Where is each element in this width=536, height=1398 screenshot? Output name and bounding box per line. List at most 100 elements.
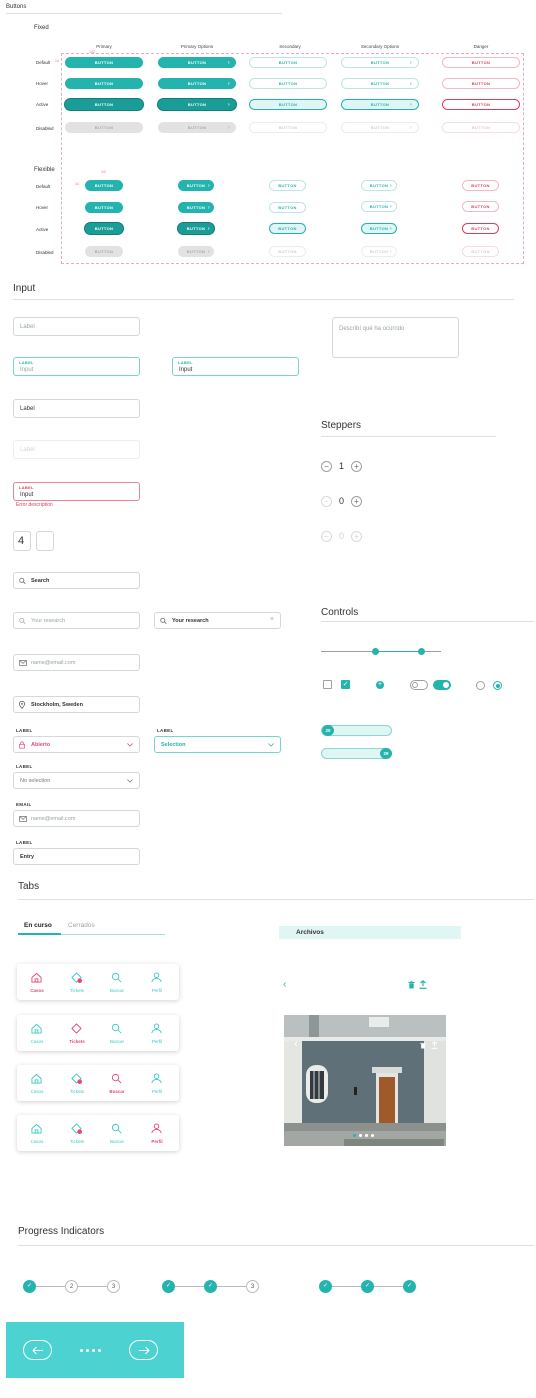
flex-primary-options-default[interactable]: BUTTON ›: [178, 180, 214, 191]
secondary-button-active[interactable]: BUTTON: [249, 99, 327, 110]
label-input-empty[interactable]: Label: [13, 317, 140, 336]
carousel-dot[interactable]: [365, 1134, 368, 1137]
nav-perfil[interactable]: Perfil: [137, 1115, 177, 1151]
tab-en-curso[interactable]: En curso: [24, 922, 52, 929]
add-circle-icon[interactable]: +: [376, 681, 384, 689]
danger-button-default[interactable]: BUTTON: [442, 57, 520, 68]
prev-button[interactable]: [23, 1340, 52, 1360]
nav-tickets[interactable]: Tickets: [57, 1115, 97, 1151]
research-input-empty[interactable]: Your research: [13, 612, 140, 629]
research-input-filled[interactable]: Your research ×: [154, 612, 281, 629]
flex-primary-default[interactable]: BUTTON: [85, 180, 123, 191]
carousel-prev-icon[interactable]: ‹: [294, 1038, 298, 1050]
flex-secondary-options-default[interactable]: BUTTON ›: [361, 180, 397, 191]
select-error[interactable]: Abierto: [13, 736, 140, 753]
photo-carousel[interactable]: ‹: [284, 1015, 446, 1146]
nav-tickets[interactable]: Tickets: [57, 1015, 97, 1051]
toggle-on[interactable]: [433, 680, 451, 690]
primary-button-hover[interactable]: BUTTON: [65, 78, 143, 89]
minus-button-disabled: −: [321, 496, 332, 507]
flex-secondary-hover[interactable]: BUTTON: [269, 202, 306, 213]
back-chevron-icon[interactable]: ‹: [283, 979, 286, 990]
radio-selected[interactable]: [493, 681, 502, 690]
range-handle-max[interactable]: [418, 648, 425, 655]
nav-casos[interactable]: Casos: [17, 1015, 57, 1051]
email-input-empty[interactable]: name@email.com: [13, 654, 140, 671]
carousel-dot[interactable]: [371, 1134, 374, 1137]
danger-button-hover[interactable]: BUTTON: [442, 78, 520, 89]
flex-secondary-options-hover[interactable]: BUTTON ›: [361, 201, 397, 212]
slider-bubble-max[interactable]: 29: [321, 748, 392, 759]
nav-buscar[interactable]: Buscar: [97, 1115, 137, 1151]
floating-input-empty[interactable]: LABEL Input: [13, 357, 140, 376]
nav-buscar[interactable]: Buscar: [97, 1015, 137, 1051]
plus-button[interactable]: +: [351, 461, 362, 472]
nav-perfil[interactable]: Perfil: [137, 1065, 177, 1101]
trash-icon[interactable]: [420, 1042, 426, 1049]
plus-button[interactable]: +: [351, 496, 362, 507]
location-input[interactable]: Stockholm, Sweden: [13, 696, 140, 713]
secondary-options-button-hover[interactable]: BUTTON ›: [341, 78, 419, 89]
nav-casos[interactable]: Casos: [17, 964, 57, 1000]
flex-danger-default[interactable]: BUTTON: [462, 180, 499, 191]
primary-options-button-active[interactable]: BUTTON ›: [158, 99, 236, 110]
code-digit-filled[interactable]: 4: [13, 531, 31, 551]
secondary-button-hover[interactable]: BUTTON: [249, 78, 327, 89]
nav-perfil[interactable]: Perfil: [137, 964, 177, 1000]
trash-icon[interactable]: [408, 981, 415, 989]
row-default: Default: [36, 60, 51, 65]
nav-tickets[interactable]: Tickets: [57, 1065, 97, 1101]
search-input[interactable]: Search: [13, 572, 140, 589]
nav-casos[interactable]: Casos: [17, 1065, 57, 1101]
range-handle-min[interactable]: [372, 648, 379, 655]
toggle-off[interactable]: [410, 680, 428, 690]
upload-icon[interactable]: [419, 980, 427, 989]
carousel-dot[interactable]: [359, 1134, 362, 1137]
flex-primary-hover[interactable]: BUTTON: [85, 202, 123, 213]
description-textarea[interactable]: Describí qué ha ocurrido: [332, 317, 459, 358]
minus-button[interactable]: −: [321, 461, 332, 472]
label-input-focus[interactable]: Label: [13, 399, 140, 418]
error-input[interactable]: LABEL Input: [13, 482, 140, 501]
primary-options-button-default[interactable]: BUTTON ›: [158, 57, 236, 68]
tab-cerrados[interactable]: Cerrados: [68, 922, 95, 929]
secondary-options-button-active[interactable]: BUTTON ›: [341, 99, 419, 110]
nav-casos[interactable]: Casos: [17, 1115, 57, 1151]
primary-button-default[interactable]: BUTTON: [65, 57, 143, 68]
page-dot[interactable]: [80, 1349, 83, 1352]
flex-secondary-active[interactable]: BUTTON: [269, 223, 306, 234]
floating-input-filled[interactable]: LABEL Input: [172, 357, 299, 376]
flex-danger-active[interactable]: BUTTON: [462, 223, 499, 234]
primary-button-active[interactable]: BUTTON: [65, 99, 143, 110]
flex-primary-options-hover[interactable]: BUTTON ›: [178, 202, 214, 213]
nav-perfil[interactable]: Perfil: [137, 1015, 177, 1051]
nav-tickets[interactable]: Tickets: [57, 964, 97, 1000]
secondary-options-button-default[interactable]: BUTTON ›: [341, 57, 419, 68]
primary-options-button-hover[interactable]: BUTTON ›: [158, 78, 236, 89]
select-empty[interactable]: No selection: [13, 772, 140, 789]
page-dot[interactable]: [92, 1349, 95, 1352]
clear-icon[interactable]: ×: [270, 616, 274, 623]
checkbox-checked[interactable]: ✓: [341, 680, 350, 689]
nav-buscar[interactable]: Buscar: [97, 964, 137, 1000]
flex-secondary-default[interactable]: BUTTON: [269, 180, 306, 191]
select-filled[interactable]: Selection: [154, 736, 281, 753]
danger-button-active[interactable]: BUTTON: [442, 99, 520, 110]
code-digit-empty[interactable]: [36, 531, 54, 551]
upload-icon[interactable]: [431, 1041, 438, 1049]
radio-unselected[interactable]: [476, 681, 485, 690]
next-button[interactable]: [129, 1340, 158, 1360]
flex-danger-hover[interactable]: BUTTON: [462, 201, 499, 212]
nav-buscar[interactable]: Buscar: [97, 1065, 137, 1101]
secondary-button-default[interactable]: BUTTON: [249, 57, 327, 68]
slider-bubble-min[interactable]: 20: [321, 725, 392, 736]
checkbox-unchecked[interactable]: [323, 680, 332, 689]
entry-input[interactable]: Entry: [13, 848, 140, 865]
page-dot[interactable]: [98, 1349, 101, 1352]
flex-primary-active[interactable]: BUTTON: [85, 223, 123, 234]
page-dot[interactable]: [86, 1349, 89, 1352]
carousel-dot-active[interactable]: [353, 1134, 356, 1137]
flex-secondary-options-active[interactable]: BUTTON ›: [361, 223, 397, 234]
email-input-labeled[interactable]: name@email.com: [13, 810, 140, 827]
flex-primary-options-active[interactable]: BUTTON ›: [178, 223, 214, 234]
